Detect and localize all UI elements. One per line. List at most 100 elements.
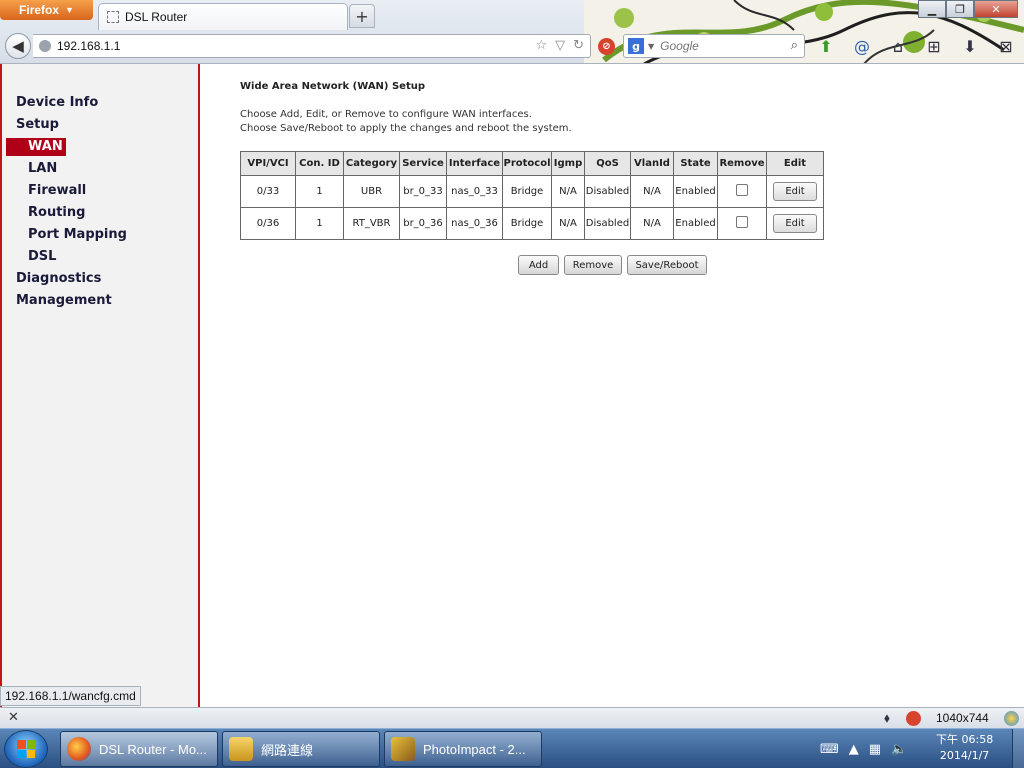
remove-cell xyxy=(717,207,767,240)
sidebar-item-diagnostics[interactable]: Diagnostics xyxy=(16,271,101,286)
taskbar-item-photoimpact[interactable]: PhotoImpact - 2... xyxy=(384,731,542,767)
download-icon[interactable]: ⬇ xyxy=(960,36,980,56)
table-cell: Enabled xyxy=(673,207,718,240)
table-row: 0/33 1 UBR br_0_33 nas_0_33 Bridge N/A D… xyxy=(240,175,824,208)
adblock-status-icon[interactable] xyxy=(906,711,921,726)
sidebar-menu: Device Info Setup WAN LAN Firewall Routi… xyxy=(0,64,200,707)
firefox-icon xyxy=(67,737,91,761)
column-header: Protocol xyxy=(502,151,552,176)
table-cell: Enabled xyxy=(673,175,718,208)
engine-dropdown-icon[interactable]: ▼ xyxy=(648,42,654,51)
globe-icon[interactable] xyxy=(1004,711,1019,726)
window-controls: ▁ ❐ ✕ xyxy=(918,0,1018,18)
sidebar-item-firewall[interactable]: Firewall xyxy=(28,183,86,198)
taskbar-item-label: DSL Router - Mo... xyxy=(99,741,207,757)
column-header: Service xyxy=(399,151,447,176)
table-cell: N/A xyxy=(551,175,585,208)
url-text: 192.168.1.1 xyxy=(57,39,121,53)
fullscreen-icon[interactable]: ⊠ xyxy=(996,36,1016,56)
table-cell: N/A xyxy=(630,207,674,240)
taskbar-clock[interactable]: 下午 06:58 2014/1/7 xyxy=(936,732,993,764)
keyboard-icon[interactable]: ⌨ xyxy=(820,742,839,757)
photoimpact-icon xyxy=(391,737,415,761)
table-row: 0/36 1 RT_VBR br_0_36 nas_0_36 Bridge N/… xyxy=(240,207,824,240)
sidebar-item-port-mapping[interactable]: Port Mapping xyxy=(28,227,127,242)
column-header: VPI/VCI xyxy=(240,151,296,176)
show-hidden-icons-icon[interactable]: ▲ xyxy=(849,742,859,757)
table-cell: UBR xyxy=(343,175,400,208)
browser-toolbar: Firefox ▼ DSL Router + ▁ ❐ ✕ ◀ 192.168.1… xyxy=(0,0,1024,64)
remove-checkbox[interactable] xyxy=(736,216,748,228)
close-window-button[interactable]: ✕ xyxy=(974,0,1018,18)
table-cell: 1 xyxy=(295,175,344,208)
column-header: QoS xyxy=(584,151,631,176)
new-tab-button[interactable]: + xyxy=(349,4,375,28)
table-cell: RT_VBR xyxy=(343,207,400,240)
search-bar[interactable]: g ▼ ⌕ xyxy=(623,34,805,58)
site-identity-icon[interactable] xyxy=(39,40,51,52)
sidebar-item-setup[interactable]: Setup xyxy=(16,117,59,132)
sidebar-item-wan[interactable]: WAN xyxy=(6,138,66,156)
browser-tab[interactable]: DSL Router xyxy=(98,3,348,30)
edit-button[interactable]: Edit xyxy=(773,214,817,233)
table-cell: br_0_33 xyxy=(399,175,447,208)
taskbar-item-firefox[interactable]: DSL Router - Mo... xyxy=(60,731,218,767)
save-reboot-button[interactable]: Save/Reboot xyxy=(627,255,707,275)
column-header: Con. ID xyxy=(295,151,344,176)
table-cell: 0/36 xyxy=(240,207,296,240)
table-cell: Bridge xyxy=(502,207,552,240)
sidebar-item-management[interactable]: Management xyxy=(16,293,112,308)
instructions-line-1: Choose Add, Edit, or Remove to configure… xyxy=(240,109,532,120)
bookmark-star-icon[interactable]: ☆ xyxy=(535,38,547,53)
show-desktop-button[interactable] xyxy=(1012,729,1024,768)
address-bar[interactable]: 192.168.1.1 ☆ ▽ ↻ xyxy=(33,34,591,58)
table-cell: Bridge xyxy=(502,175,552,208)
history-dropdown-icon[interactable]: ▽ xyxy=(555,38,565,53)
firefox-menu-button[interactable]: Firefox ▼ xyxy=(0,0,93,20)
sitemap-icon[interactable]: ⊞ xyxy=(924,36,944,56)
remove-checkbox[interactable] xyxy=(736,184,748,196)
close-addon-bar-icon[interactable]: ✕ xyxy=(8,710,19,725)
taskbar-item-label: 網路連線 xyxy=(261,742,314,758)
navigation-bar: ◀ 192.168.1.1 ☆ ▽ ↻ ⊘ g ▼ ⌕ ⬆ @ ⌂ ⊞ ⬇ ⊠ xyxy=(0,31,1024,61)
address-bar-icons: ☆ ▽ ↻ xyxy=(535,38,584,53)
window-resolution: 1040x744 xyxy=(936,711,989,725)
column-header: Category xyxy=(343,151,400,176)
search-icon[interactable]: ⌕ xyxy=(791,38,798,53)
search-input[interactable] xyxy=(660,39,781,53)
google-engine-icon[interactable]: g xyxy=(628,38,644,54)
column-header: Interface xyxy=(446,151,503,176)
adblock-icon[interactable]: ⊘ xyxy=(598,38,615,55)
edit-button[interactable]: Edit xyxy=(773,182,817,201)
network-status-icon[interactable]: ▦ xyxy=(869,742,881,757)
add-button[interactable]: Add xyxy=(518,255,559,275)
remove-button[interactable]: Remove xyxy=(564,255,622,275)
table-cell: 0/33 xyxy=(240,175,296,208)
column-header: State xyxy=(673,151,718,176)
volume-icon[interactable]: 🔈 xyxy=(891,742,907,757)
table-cell: nas_0_33 xyxy=(446,175,503,208)
at-sign-icon[interactable]: @ xyxy=(852,36,872,56)
table-cell: br_0_36 xyxy=(399,207,447,240)
firefox-menu-label: Firefox xyxy=(19,3,60,17)
page-title: Wide Area Network (WAN) Setup xyxy=(240,81,426,92)
reload-icon[interactable]: ↻ xyxy=(573,38,584,53)
green-arrow-icon[interactable]: ⬆ xyxy=(816,36,836,56)
chevron-down-icon: ▼ xyxy=(65,5,74,15)
home-icon[interactable]: ⌂ xyxy=(888,36,908,56)
maximize-button[interactable]: ❐ xyxy=(946,0,974,18)
table-cell: Disabled xyxy=(584,207,631,240)
taskbar-item-network[interactable]: 網路連線 xyxy=(222,731,380,767)
minimize-button[interactable]: ▁ xyxy=(918,0,946,18)
system-tray: ⌨ ▲ ▦ 🔈 xyxy=(820,729,907,768)
back-button[interactable]: ◀ xyxy=(5,33,31,59)
remove-cell xyxy=(717,175,767,208)
sidebar-item-lan[interactable]: LAN xyxy=(28,161,57,176)
table-cell: N/A xyxy=(551,207,585,240)
sidebar-item-dsl[interactable]: DSL xyxy=(28,249,56,264)
start-button[interactable] xyxy=(4,730,48,768)
sidebar-item-device-info[interactable]: Device Info xyxy=(16,95,98,110)
network-icon[interactable]: ⬧ xyxy=(884,711,890,726)
router-page: Device Info Setup WAN LAN Firewall Routi… xyxy=(0,64,1024,707)
sidebar-item-routing[interactable]: Routing xyxy=(28,205,85,220)
